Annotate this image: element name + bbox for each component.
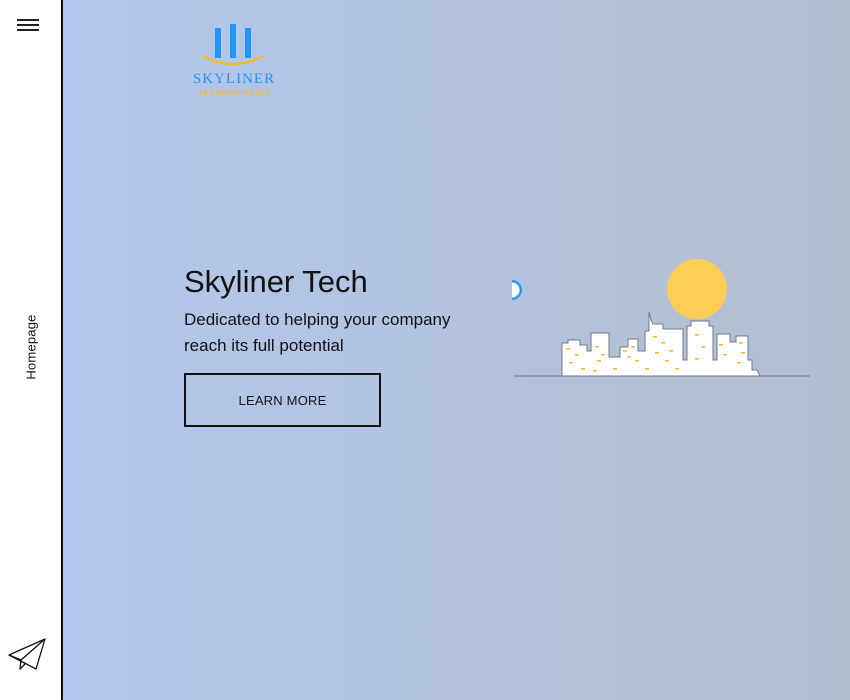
paper-plane-icon[interactable] <box>7 636 47 672</box>
sun-icon <box>667 259 727 319</box>
page: Homepage SKYLINER TECHNOLOGIES Skyliner … <box>0 0 850 700</box>
sidebar-page-label: Homepage <box>23 314 39 380</box>
city-skyline-sun-illustration <box>511 259 810 377</box>
hamburger-line <box>17 24 39 26</box>
skyline-bars-logo-icon <box>202 24 264 66</box>
sidebar: Homepage <box>0 0 63 700</box>
hero-tagline: Dedicated to helping your company reach … <box>184 310 451 355</box>
hero-title: Skyliner Tech <box>184 264 368 299</box>
hamburger-line <box>17 29 39 31</box>
logo-subtitle: TECHNOLOGIES <box>197 88 271 97</box>
company-logo[interactable]: SKYLINER TECHNOLOGIES <box>184 20 284 100</box>
learn-more-button[interactable]: LEARN MORE <box>184 373 381 427</box>
logo-name: SKYLINER <box>192 71 276 87</box>
menu-button[interactable] <box>16 16 42 34</box>
hamburger-menu-icon <box>17 19 39 21</box>
